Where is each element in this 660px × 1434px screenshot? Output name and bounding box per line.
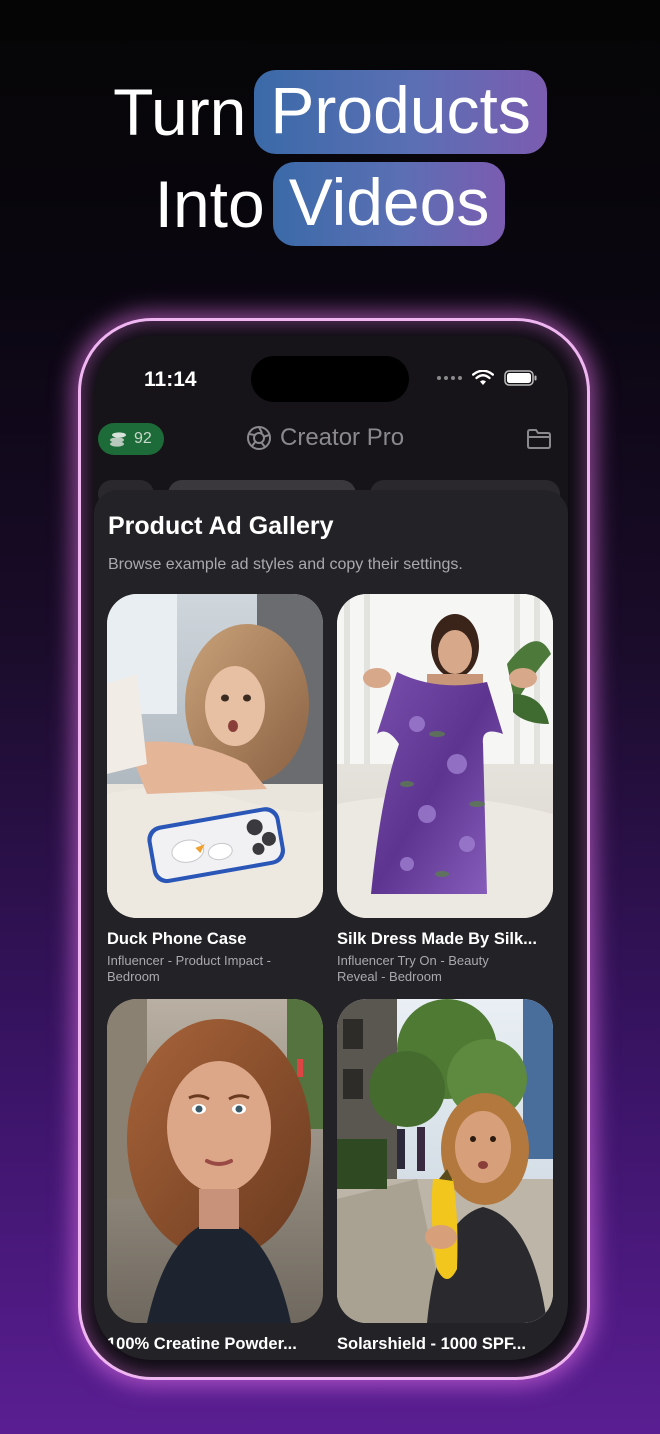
gallery-card-title: Solarshield - 1000 SPF...: [337, 1335, 526, 1353]
gallery-card-meta-line: Influencer - Product Impact -: [107, 953, 272, 968]
headline-highlight-products: Products: [254, 70, 547, 154]
gallery-subtitle: Browse example ad styles and copy their …: [108, 556, 463, 573]
gallery-card-title: Silk Dress Made By Silk...: [337, 930, 537, 948]
dynamic-island: [251, 356, 409, 402]
wifi-icon: [472, 370, 494, 385]
gallery-card-meta-line: Reveal - Bedroom: [337, 969, 442, 984]
gallery-thumbnail[interactable]: [337, 594, 553, 918]
gallery-card-meta: Influencer - Product Impact - Bedroom: [107, 953, 323, 985]
folder-button[interactable]: [526, 428, 552, 455]
aperture-icon: [247, 426, 271, 450]
battery-icon: [504, 370, 537, 386]
gallery-card[interactable]: Solarshield - 1000 SPF...: [337, 999, 553, 1354]
credits-badge[interactable]: 92: [98, 423, 164, 455]
gallery-card[interactable]: Duck Phone Case Influencer - Product Imp…: [107, 594, 323, 985]
gallery-card-title: Duck Phone Case: [107, 930, 247, 948]
headline-word-turn: Turn: [113, 75, 247, 149]
gallery-thumbnail[interactable]: [337, 999, 553, 1323]
gallery-card[interactable]: Silk Dress Made By Silk... Influencer Tr…: [337, 594, 553, 985]
gallery-thumbnail[interactable]: [107, 999, 323, 1323]
headline-word-into: Into: [154, 167, 265, 241]
phone-screen: 11:14 92 Creator Pro Product Ad Gallery …: [94, 336, 568, 1360]
gallery-card-meta-line: Bedroom: [107, 969, 160, 984]
headline-line-1: Turn Products: [0, 70, 660, 154]
gallery-sheet: Product Ad Gallery Browse example ad sty…: [94, 490, 568, 1360]
credits-count: 92: [134, 430, 152, 447]
app-title-text: Creator Pro: [280, 424, 405, 451]
gallery-card-meta: Influencer Try On - Beauty Reveal - Bedr…: [337, 953, 553, 985]
headline-highlight-videos: Videos: [272, 162, 506, 246]
app-header: 92 Creator Pro: [94, 420, 568, 470]
app-title: Creator Pro: [246, 424, 404, 452]
gallery-card-meta-line: Influencer Try On - Beauty: [337, 953, 489, 968]
folder-icon: [527, 429, 551, 449]
coins-icon: [110, 432, 126, 447]
signal-dots-icon: [437, 376, 462, 380]
gallery-card[interactable]: 100% Creatine Powder...: [107, 999, 323, 1354]
gallery-thumbnail[interactable]: [107, 594, 323, 918]
headline-line-2: Into Videos: [0, 162, 660, 246]
status-icons: [437, 370, 538, 386]
gallery-card-title: 100% Creatine Powder...: [107, 1335, 297, 1353]
gallery-title: Product Ad Gallery: [108, 512, 334, 540]
status-time: 11:14: [144, 368, 197, 391]
